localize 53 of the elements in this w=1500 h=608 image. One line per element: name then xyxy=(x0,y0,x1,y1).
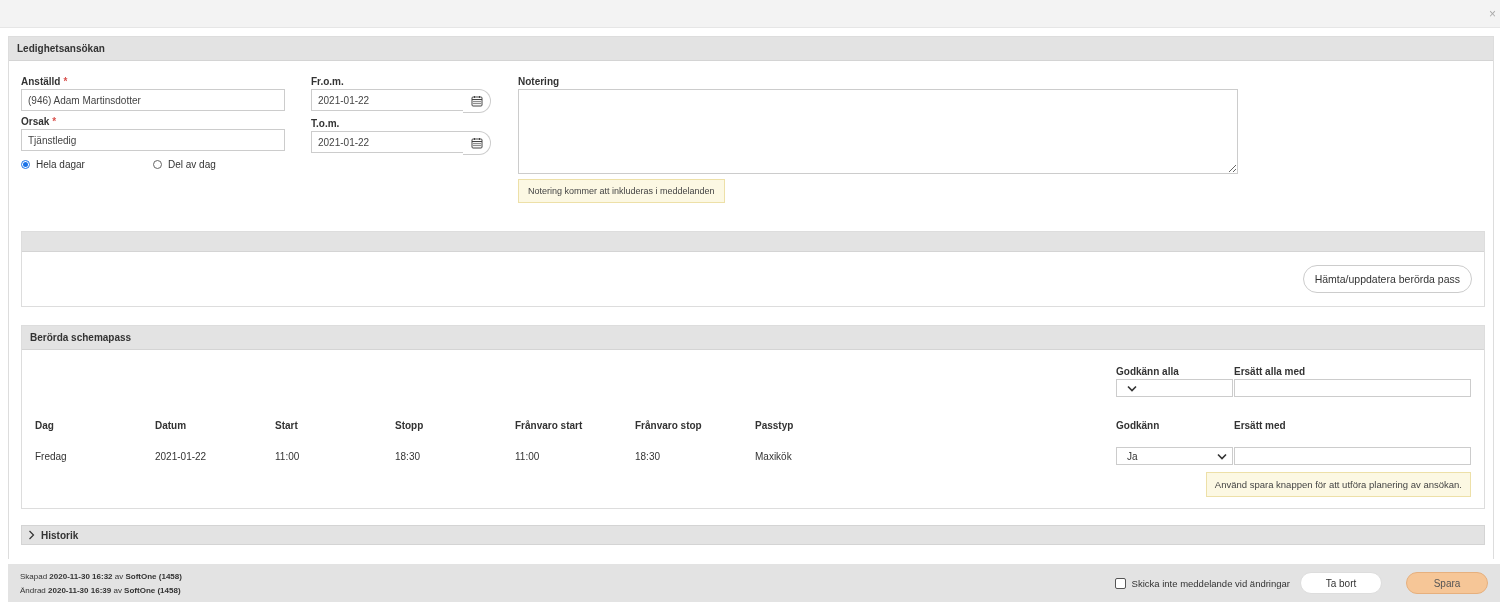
calendar-icon xyxy=(470,137,483,149)
table-cell-text: 11:00 xyxy=(515,450,541,462)
date-field[interactable]: 2021-01-22 xyxy=(311,131,464,153)
table-cell-text: 18:30 xyxy=(395,450,422,462)
radio-option[interactable]: Hela dagar xyxy=(21,159,153,170)
field-label: Anställd xyxy=(21,76,61,87)
column-header: Ersätt med xyxy=(1234,419,1287,431)
field-label: Orsak xyxy=(21,116,50,127)
required-mark: * xyxy=(52,116,57,127)
column-header: Datum xyxy=(155,419,188,431)
date-field[interactable]: 2021-01-22 xyxy=(311,89,464,111)
radio-option[interactable]: Del av dag xyxy=(153,159,285,170)
table-cell-text: 18:30 xyxy=(635,450,662,462)
no-message-checkbox[interactable]: Skicka inte meddelande vid ändringar xyxy=(1114,577,1290,589)
section-title: Berörda schemapass xyxy=(30,332,132,343)
required-mark: * xyxy=(63,76,68,87)
history-toggle[interactable]: Historik xyxy=(21,525,1485,545)
column-header: Dag xyxy=(35,419,55,431)
column-header: Ersätt alla med xyxy=(1234,366,1307,377)
employee-field[interactable]: (946) Adam Martinsdotter xyxy=(21,89,285,111)
replace-field[interactable] xyxy=(1234,447,1471,465)
calendar-button[interactable] xyxy=(463,131,491,155)
replace-all-field[interactable] xyxy=(1234,379,1471,397)
column-header: Passtyp xyxy=(755,419,795,431)
column-header: Stopp xyxy=(395,419,425,431)
table-cell-text: Maxikök xyxy=(755,450,793,462)
table-cell-text: Fredag xyxy=(35,450,68,462)
field-label: Fr.o.m. xyxy=(311,76,344,87)
save-hint: Använd spara knappen för att utföra planering av ansökan. xyxy=(1205,472,1471,497)
approve-dropdown[interactable]: Ja xyxy=(1116,447,1233,465)
calendar-icon xyxy=(470,95,483,107)
column-header: Godkänn alla xyxy=(1116,366,1180,377)
field-label: T.o.m. xyxy=(311,118,340,129)
note-hint: Notering kommer att inkluderas i meddelanden xyxy=(518,179,725,203)
calendar-button[interactable] xyxy=(463,89,491,113)
reason-field[interactable]: Tjänstledig xyxy=(21,129,285,151)
panel-title: Ledighetsansökan xyxy=(17,43,105,54)
caret-icon xyxy=(1217,452,1227,460)
table-cell-text: 11:00 xyxy=(275,450,301,462)
approve-all-dropdown[interactable] xyxy=(1116,379,1233,397)
field-label: Notering xyxy=(518,76,560,87)
fetch-shifts-button[interactable]: Hämta/uppdatera berörda pass xyxy=(1302,265,1472,293)
created-info: Skapad 2020-11-30 16:32 av SoftOne (1458) xyxy=(20,571,182,581)
table-cell-text: 2021-01-22 xyxy=(155,450,208,462)
column-header: Start xyxy=(275,419,299,431)
save-button[interactable]: Spara xyxy=(1406,572,1488,594)
column-header: Frånvaro start xyxy=(515,419,584,431)
caret-icon xyxy=(1127,384,1137,392)
changed-info: Ändrad 2020-11-30 16:39 av SoftOne (1458) xyxy=(20,585,182,595)
column-header: Frånvaro stop xyxy=(635,419,703,431)
note-field[interactable] xyxy=(518,89,1238,174)
column-header: Godkänn xyxy=(1116,419,1161,431)
delete-button[interactable]: Ta bort xyxy=(1300,572,1382,594)
